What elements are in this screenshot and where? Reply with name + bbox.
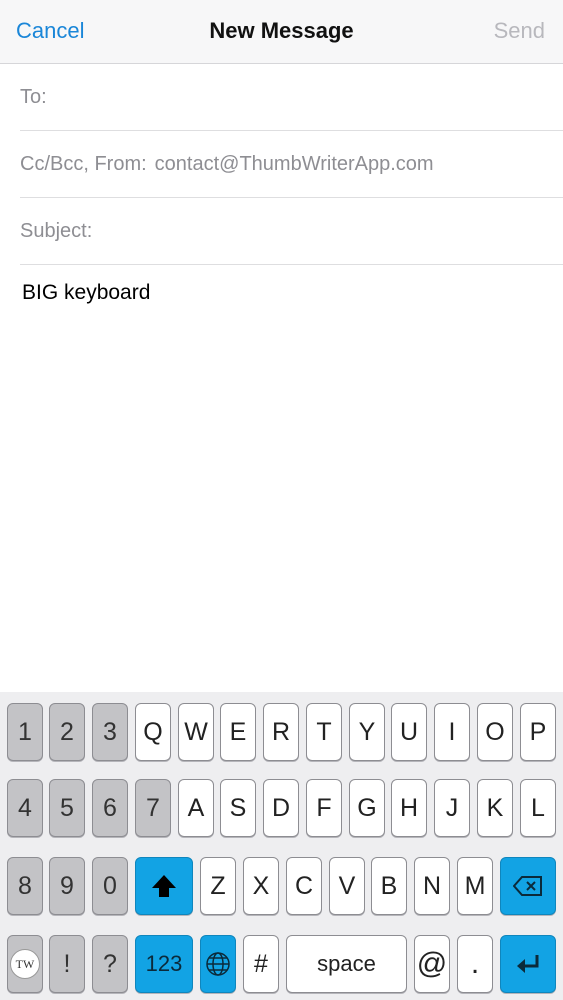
key-x[interactable]: X	[243, 857, 279, 915]
key-5[interactable]: 5	[49, 779, 85, 837]
key-at[interactable]: @	[414, 935, 450, 993]
key-b[interactable]: B	[371, 857, 407, 915]
key-n[interactable]: N	[414, 857, 450, 915]
key-q[interactable]: Q	[135, 703, 171, 761]
key-r[interactable]: R	[263, 703, 299, 761]
key-u[interactable]: U	[391, 703, 427, 761]
to-field[interactable]: To:	[20, 64, 563, 131]
key-a[interactable]: A	[178, 779, 214, 837]
key-6[interactable]: 6	[92, 779, 128, 837]
key-m[interactable]: M	[457, 857, 493, 915]
key-0[interactable]: 0	[92, 857, 128, 915]
key-3[interactable]: 3	[92, 703, 128, 761]
key-f[interactable]: F	[306, 779, 342, 837]
thumbwriter-key[interactable]: TW	[7, 935, 43, 993]
message-body[interactable]: BIG keyboard	[22, 281, 150, 305]
globe-key[interactable]	[200, 935, 236, 993]
return-key[interactable]	[500, 935, 556, 993]
to-label: To:	[20, 86, 47, 108]
key-s[interactable]: S	[220, 779, 256, 837]
key-period[interactable]: .	[457, 935, 493, 993]
key-j[interactable]: J	[434, 779, 470, 837]
key-d[interactable]: D	[263, 779, 299, 837]
key-e[interactable]: E	[220, 703, 256, 761]
key-exclamation[interactable]: !	[49, 935, 85, 993]
globe-icon	[206, 952, 230, 976]
key-9[interactable]: 9	[49, 857, 85, 915]
key-t[interactable]: T	[306, 703, 342, 761]
ccbcc-from-label: Cc/Bcc, From:	[20, 153, 147, 175]
key-2[interactable]: 2	[49, 703, 85, 761]
key-w[interactable]: W	[178, 703, 214, 761]
delete-key[interactable]	[500, 857, 556, 915]
key-l[interactable]: L	[520, 779, 556, 837]
key-y[interactable]: Y	[349, 703, 385, 761]
ccbcc-from-field[interactable]: Cc/Bcc, From: contact@ThumbWriterApp.com	[20, 131, 563, 198]
keyboard: 1 2 3 Q W E R T Y U I O P 4 5 6 7 A S D …	[0, 692, 563, 1000]
key-v[interactable]: V	[329, 857, 365, 915]
thumbwriter-logo: TW	[10, 949, 40, 979]
numbers-key[interactable]: 123	[135, 935, 193, 993]
navigation-bar: Cancel New Message Send	[0, 0, 563, 64]
return-arrow-icon	[517, 955, 539, 973]
subject-label: Subject:	[20, 220, 93, 242]
key-i[interactable]: I	[434, 703, 470, 761]
key-question[interactable]: ?	[92, 935, 128, 993]
key-8[interactable]: 8	[7, 857, 43, 915]
key-7[interactable]: 7	[135, 779, 171, 837]
key-g[interactable]: G	[349, 779, 385, 837]
send-button[interactable]: Send	[494, 18, 545, 44]
key-z[interactable]: Z	[200, 857, 236, 915]
key-1[interactable]: 1	[7, 703, 43, 761]
from-value[interactable]: contact@ThumbWriterApp.com	[155, 153, 434, 175]
shift-key[interactable]	[135, 857, 193, 915]
key-c[interactable]: C	[286, 857, 322, 915]
shift-up-arrow-icon	[152, 875, 176, 897]
key-o[interactable]: O	[477, 703, 513, 761]
page-title: New Message	[209, 18, 354, 43]
backspace-icon	[513, 876, 542, 896]
key-hash[interactable]: #	[243, 935, 279, 993]
subject-field[interactable]: Subject:	[20, 198, 563, 265]
key-h[interactable]: H	[391, 779, 427, 837]
key-k[interactable]: K	[477, 779, 513, 837]
space-key[interactable]: space	[286, 935, 407, 993]
key-4[interactable]: 4	[7, 779, 43, 837]
key-p[interactable]: P	[520, 703, 556, 761]
